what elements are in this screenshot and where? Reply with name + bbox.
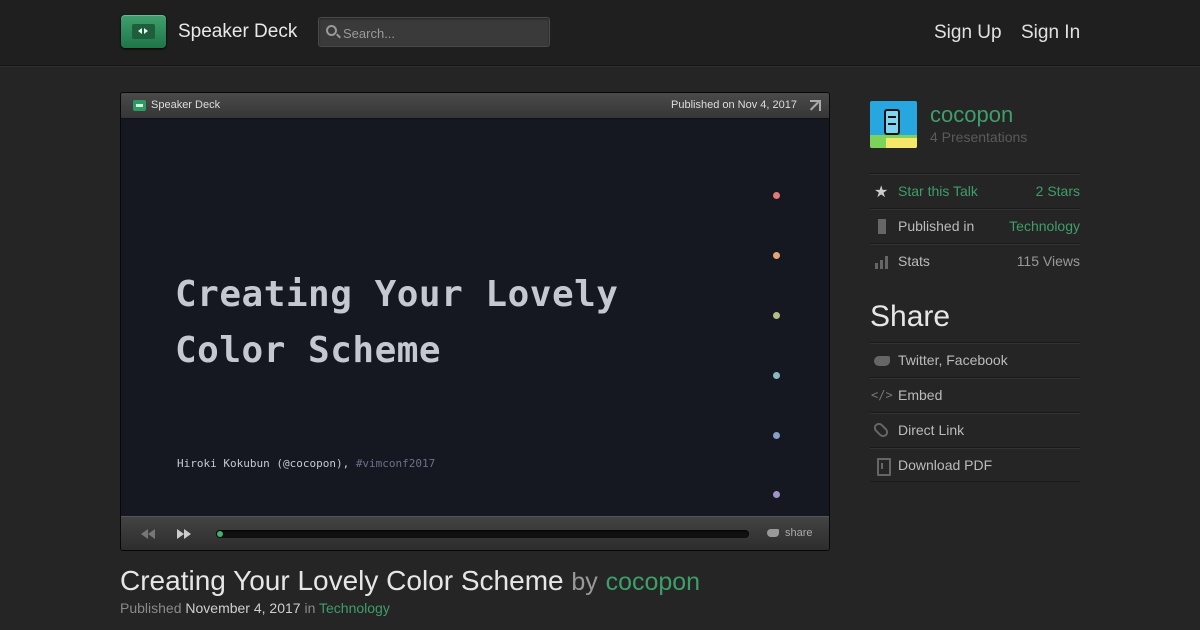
player-share-button[interactable]: share [767, 527, 813, 539]
talk-by-label: by [571, 568, 598, 596]
download-pdf-label[interactable]: Download PDF [898, 457, 992, 473]
star-talk-row[interactable]: ★ Star this Talk 2 Stars [870, 173, 1080, 208]
share-heading: Share [870, 300, 951, 333]
slide-canvas[interactable]: Creating Your Lovely Color Scheme Hiroki… [121, 120, 829, 516]
download-pdf-icon [874, 458, 891, 476]
published-in-row: Published in Technology [870, 208, 1080, 243]
share-social-label[interactable]: Twitter, Facebook [898, 352, 1008, 368]
in-label: in [304, 600, 316, 616]
avatar[interactable] [870, 101, 917, 148]
slide-dot-3 [773, 312, 780, 319]
progress-fill [217, 531, 223, 537]
player-published-date: Published on Nov 4, 2017 [671, 99, 797, 111]
sign-up-link[interactable]: Sign Up [934, 22, 1002, 44]
stats-label: Stats [898, 253, 930, 269]
previous-slide-icon[interactable] [141, 528, 157, 540]
fullscreen-icon[interactable] [810, 100, 821, 111]
slide-title-line-1: Creating Your Lovely [175, 274, 619, 315]
slide-dot-6 [773, 491, 780, 498]
sign-in-link[interactable]: Sign In [1021, 22, 1080, 44]
talk-meta: Published November 4, 2017 in Technology [120, 600, 390, 616]
star-count: 2 Stars [1035, 183, 1080, 199]
slide-title-line-2: Color Scheme [175, 330, 442, 371]
share-social-row[interactable]: Twitter, Facebook [870, 342, 1080, 377]
direct-link-row[interactable]: Direct Link [870, 412, 1080, 447]
twitter-bird-icon [767, 529, 779, 537]
published-date: November 4, 2017 [185, 600, 301, 616]
slide-dot-5 [773, 432, 780, 439]
speakerdeck-logo-icon[interactable] [121, 15, 166, 48]
embed-code-icon: </> [871, 388, 893, 402]
player-toolbar: Speaker Deck Published on Nov 4, 2017 [121, 93, 829, 119]
talk-author-link[interactable]: cocopon [606, 568, 701, 596]
slide-title: Creating Your Lovely Color Scheme [175, 267, 618, 379]
category-link[interactable]: Technology [319, 600, 390, 616]
search-box[interactable] [318, 17, 550, 47]
embed-label[interactable]: Embed [898, 387, 942, 403]
player-share-label: share [785, 527, 813, 539]
embed-row[interactable]: </> Embed [870, 377, 1080, 412]
published-in-label: Published in [898, 218, 975, 234]
stats-icon [874, 254, 890, 270]
published-label: Published [120, 600, 182, 616]
talk-title: Creating Your Lovely Color Scheme [120, 565, 564, 596]
site-header: Speaker Deck Sign Up Sign In [0, 0, 1200, 66]
slide-dot-4 [773, 372, 780, 379]
star-talk-label[interactable]: Star this Talk [898, 183, 978, 199]
direct-link-label[interactable]: Direct Link [898, 422, 964, 438]
slide-dot-1 [773, 192, 780, 199]
bookmark-icon [874, 219, 890, 235]
user-name-link[interactable]: cocopon [930, 102, 1013, 128]
search-input[interactable] [343, 23, 543, 43]
talk-heading: Creating Your Lovely Color Scheme by coc… [120, 565, 700, 597]
twitter-icon [874, 356, 890, 366]
slide-author: Hiroki Kokubun (@cocopon), #vimconf2017 [177, 457, 435, 470]
site-logo-text[interactable]: Speaker Deck [178, 21, 297, 43]
link-icon [871, 420, 891, 440]
user-presentations-count[interactable]: 4 Presentations [930, 129, 1027, 145]
progress-bar[interactable] [216, 530, 749, 538]
next-slide-icon[interactable] [177, 528, 193, 540]
search-icon [326, 25, 337, 36]
download-pdf-row[interactable]: Download PDF [870, 447, 1080, 482]
slide-dot-2 [773, 252, 780, 259]
slide-player: Speaker Deck Published on Nov 4, 2017 Cr… [120, 92, 830, 551]
player-controls: share [121, 516, 829, 550]
star-icon: ★ [874, 182, 889, 201]
published-in-category-link[interactable]: Technology [1009, 218, 1080, 234]
stats-row: Stats 115 Views [870, 243, 1080, 278]
views-count: 115 Views [1016, 253, 1080, 269]
slide-hashtag: #vimconf2017 [355, 457, 436, 470]
player-brand[interactable]: Speaker Deck [151, 99, 220, 111]
slide-author-name: Hiroki Kokubun (@cocopon), [177, 457, 356, 470]
speakerdeck-small-logo-icon[interactable] [133, 100, 146, 111]
